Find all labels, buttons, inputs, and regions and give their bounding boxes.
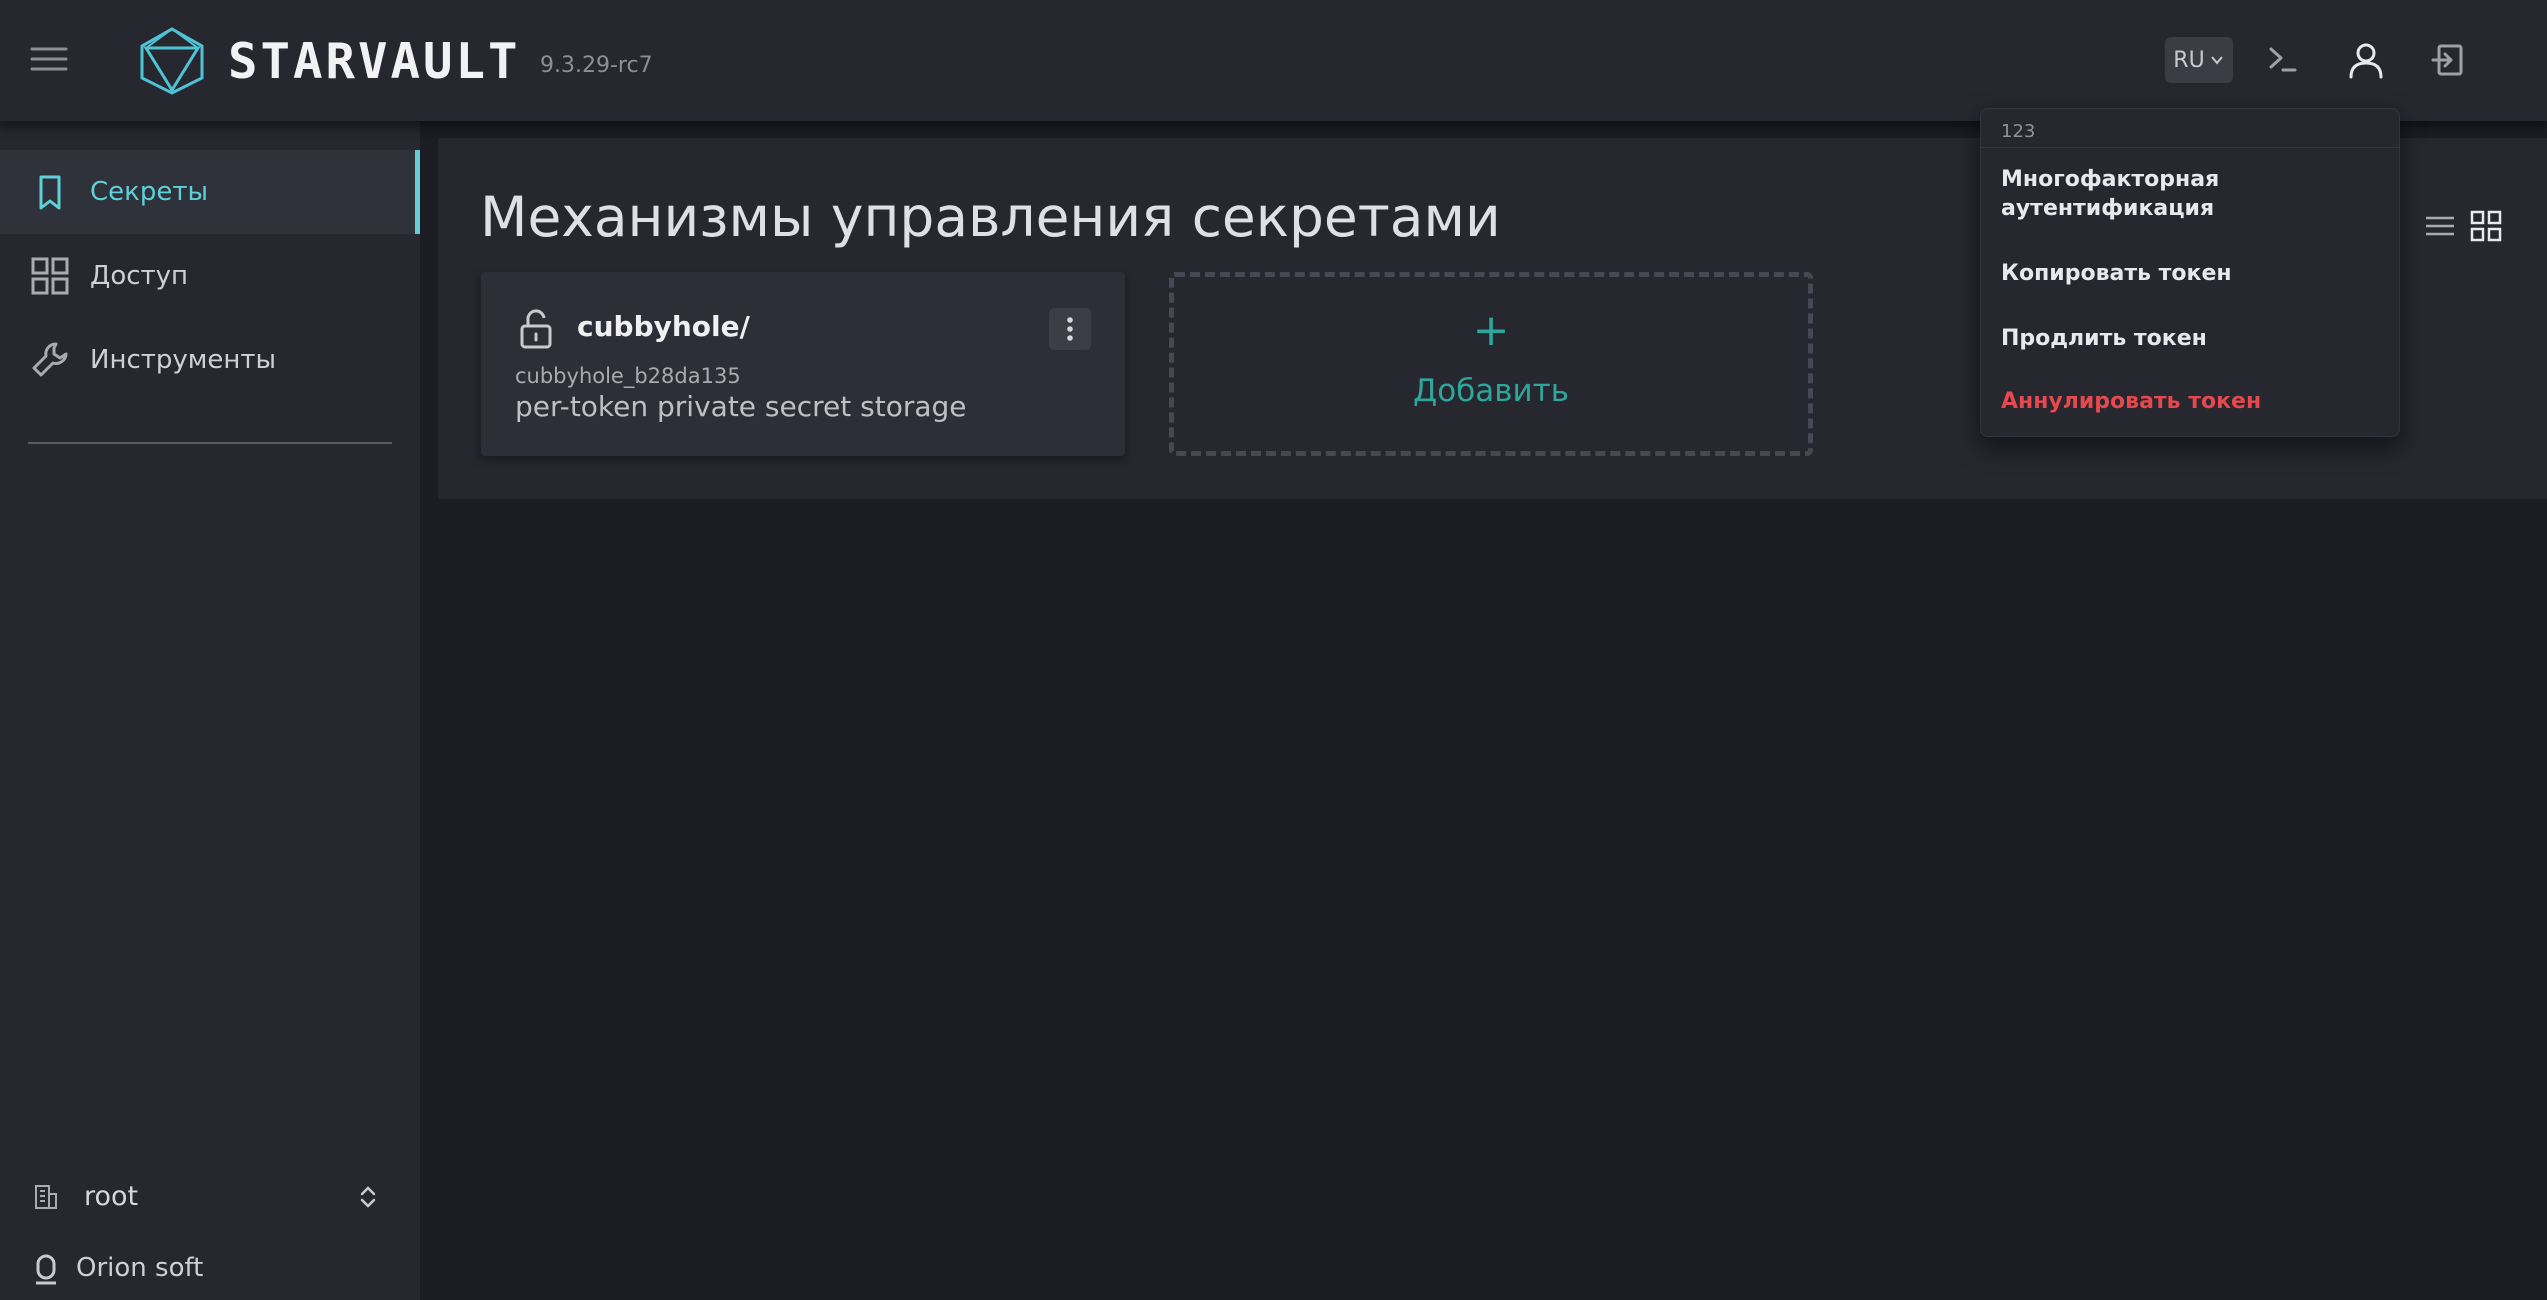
organization: Orion soft [28, 1247, 388, 1291]
sidebar-item-label: Секреты [90, 177, 209, 207]
dropdown-divider [1981, 147, 2399, 148]
sidebar-divider [28, 442, 392, 444]
add-engine-button[interactable]: + Добавить [1169, 272, 1813, 456]
hamburger-menu-icon[interactable] [26, 36, 72, 82]
plus-icon: + [1472, 305, 1510, 356]
user-dropdown-menu: 123 Многофакторная аутентификация Копиро… [1980, 108, 2400, 437]
logout-icon[interactable] [2425, 36, 2473, 84]
active-indicator [415, 150, 420, 234]
namespace-switcher[interactable]: root [28, 1173, 382, 1221]
add-engine-label: Добавить [1412, 373, 1570, 409]
terminal-icon[interactable] [2259, 36, 2307, 84]
brand-name: STARVAULT [228, 33, 521, 90]
menu-item-renew-token[interactable]: Продлить токен [2001, 324, 2381, 353]
namespace-label: root [84, 1181, 139, 1212]
menu-item-copy-token[interactable]: Копировать токен [2001, 259, 2381, 288]
dropdown-username: 123 [2001, 121, 2036, 142]
grid-view-icon[interactable] [2468, 208, 2504, 244]
top-header: STARVAULT 9.3.29-rc7 RU [0, 0, 2547, 121]
list-view-icon[interactable] [2422, 208, 2458, 244]
user-icon[interactable] [2342, 36, 2390, 84]
sidebar: Секреты Доступ Инструменты root Orion so… [0, 121, 420, 1300]
menu-item-revoke-token[interactable]: Аннулировать токен [2001, 387, 2381, 416]
secret-engine-card[interactable]: cubbyhole/ cubbyhole_b28da135 per-token … [481, 272, 1125, 456]
sidebar-item-label: Доступ [90, 261, 189, 291]
grid-icon [28, 254, 72, 298]
unlock-icon [517, 308, 555, 350]
chevron-down-icon [2209, 52, 2225, 68]
more-options-icon[interactable] [1049, 308, 1091, 350]
menu-item-mfa[interactable]: Многофакторная аутентификация [2001, 165, 2381, 223]
language-selector[interactable]: RU [2165, 37, 2233, 83]
starvault-logo-icon [138, 26, 206, 96]
sidebar-item-label: Инструменты [90, 345, 277, 375]
organization-label: Orion soft [76, 1253, 204, 1283]
building-icon [32, 1183, 60, 1211]
orion-logo-icon [32, 1253, 60, 1287]
bookmark-icon [28, 170, 72, 214]
sidebar-item-tools[interactable]: Инструменты [0, 318, 420, 402]
page-title: Механизмы управления секретами [480, 185, 1501, 249]
sidebar-item-access[interactable]: Доступ [0, 234, 420, 318]
language-label: RU [2173, 47, 2205, 73]
engine-description: per-token private secret storage [515, 390, 967, 423]
sidebar-item-secrets[interactable]: Секреты [0, 150, 420, 234]
engine-accessor: cubbyhole_b28da135 [515, 364, 741, 388]
wrench-icon [28, 338, 72, 382]
engine-path: cubbyhole/ [577, 310, 750, 343]
chevron-up-down-icon [354, 1183, 382, 1211]
app-version: 9.3.29-rc7 [540, 53, 653, 78]
